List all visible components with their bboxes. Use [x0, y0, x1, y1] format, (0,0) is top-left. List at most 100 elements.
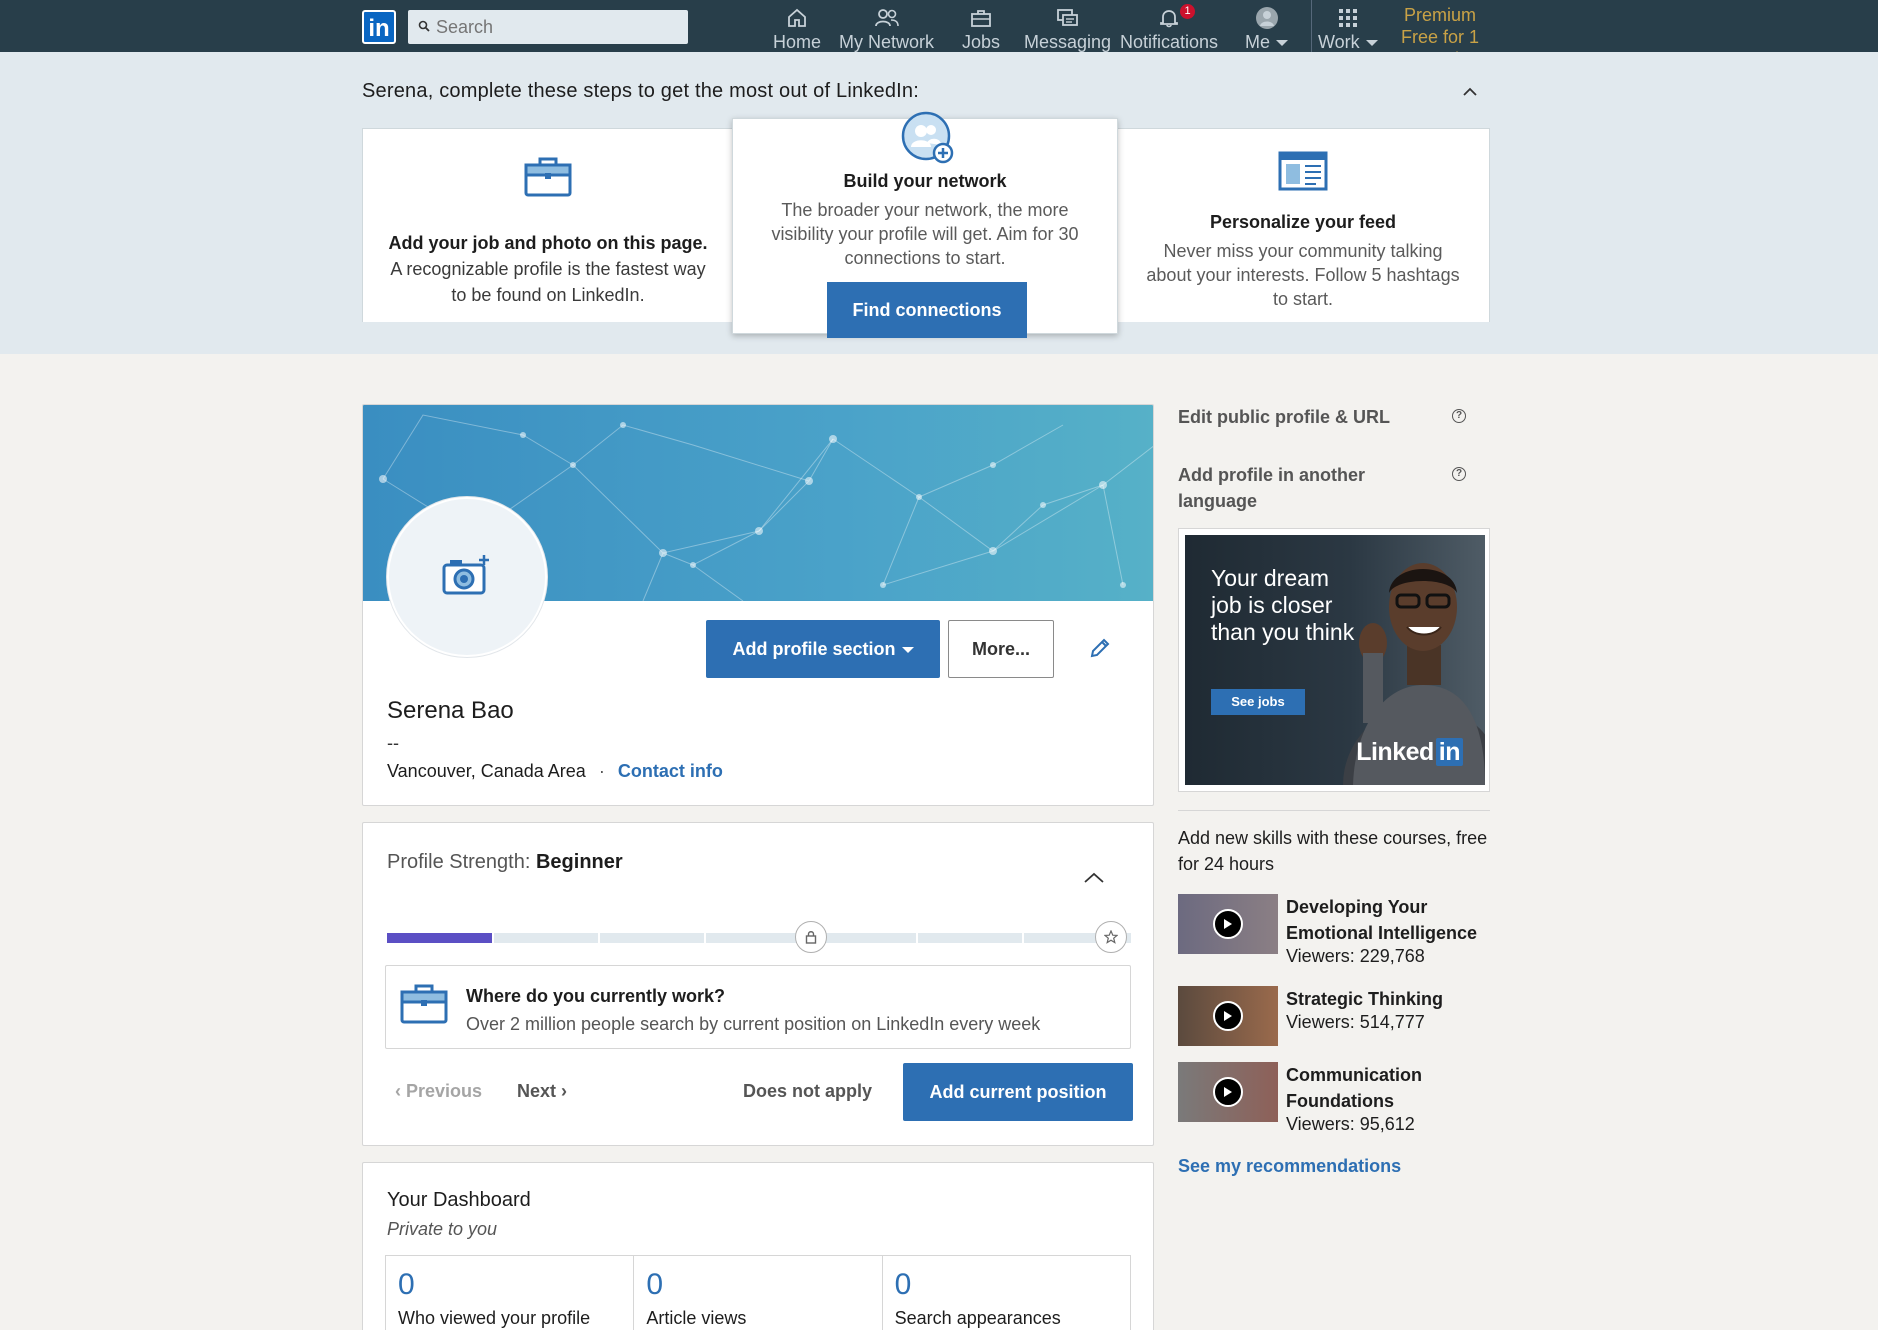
stat-value: 0: [646, 1268, 664, 1301]
current-work-prompt: Where do you currently work? Over 2 mill…: [385, 965, 1131, 1049]
course-item[interactable]: Developing Your Emotional Intelligence V…: [1178, 894, 1498, 966]
search-box[interactable]: [408, 10, 688, 44]
profile-location: Vancouver, Canada Area: [387, 761, 586, 781]
add-profile-section-button[interactable]: Add profile section: [706, 620, 940, 678]
edit-public-profile-link[interactable]: Edit public profile & URL: [1178, 404, 1390, 430]
course-title: Developing Your Emotional Intelligence: [1286, 897, 1478, 943]
linkedin-logo[interactable]: in: [362, 10, 396, 44]
onboarding-step-job-photo[interactable]: Add your job and photo on this page. A r…: [362, 128, 734, 322]
chevron-up-icon[interactable]: [1462, 84, 1478, 102]
chevron-down-icon: [901, 646, 914, 653]
meter-fill: [387, 933, 492, 943]
edit-pencil-icon[interactable]: [1089, 637, 1111, 664]
profile-headline: --: [387, 733, 399, 753]
stat-label: Who viewed your profile: [398, 1308, 591, 1328]
nav-jobs[interactable]: Jobs: [962, 6, 1000, 52]
notification-badge: 1: [1180, 4, 1196, 19]
nav-messaging[interactable]: Messaging: [1024, 6, 1111, 52]
chevron-down-icon: [1276, 40, 1289, 47]
course-title: Strategic Thinking: [1286, 989, 1444, 1009]
next-button[interactable]: Next ›: [517, 1081, 567, 1102]
help-icon[interactable]: ?: [1452, 467, 1466, 481]
find-connections-button[interactable]: Find connections: [827, 282, 1027, 338]
see-recommendations-link[interactable]: See my recommendations: [1178, 1156, 1401, 1177]
add-current-position-button[interactable]: Add current position: [903, 1063, 1133, 1121]
does-not-apply-button[interactable]: Does not apply: [743, 1081, 872, 1102]
profile-photo-placeholder[interactable]: [387, 497, 547, 657]
add-profile-section-label: Add profile section: [732, 638, 896, 659]
briefcase-icon: [970, 6, 992, 30]
more-button[interactable]: More...: [948, 620, 1054, 678]
play-icon: [1213, 1077, 1243, 1107]
stat-profile-views[interactable]: 0 Who viewed your profile: [386, 1256, 635, 1330]
meter-segment: [812, 933, 916, 943]
stat-value: 0: [398, 1268, 415, 1301]
add-connection-icon: [901, 111, 955, 170]
stat-label: Search appearances: [894, 1308, 1061, 1328]
prompt-title: Where do you currently work?: [466, 986, 726, 1006]
nav-divider: [1311, 0, 1312, 52]
dashboard-stats: 0 Who viewed your profile 0 Article view…: [385, 1255, 1131, 1330]
nav-home[interactable]: Home: [773, 6, 821, 52]
stat-search-appearances[interactable]: 0 Search appearances: [883, 1256, 1130, 1330]
course-item[interactable]: Strategic Thinking Viewers: 514,777: [1178, 986, 1498, 1058]
nav-work-label: Work: [1318, 32, 1360, 52]
play-icon: [1213, 1001, 1243, 1031]
profile-name: Serena Bao: [387, 697, 514, 724]
onboarding-step-feed[interactable]: Personalize your feed Never miss your co…: [1116, 128, 1490, 322]
course-views: Viewers: 229,768: [1286, 946, 1425, 966]
chevron-down-icon: [1365, 40, 1378, 47]
step1-text: A recognizable profile is the fastest wa…: [390, 259, 706, 305]
nav-messaging-label: Messaging: [1024, 32, 1112, 52]
separator-dot: ·: [598, 761, 605, 781]
onboarding-step-network: Build your network The broader your netw…: [732, 111, 1118, 338]
nav-work[interactable]: Work: [1318, 6, 1378, 52]
network-icon: [874, 6, 900, 30]
meter-segment: [918, 933, 1022, 943]
messaging-icon: [1056, 6, 1080, 30]
step2-title: Build your network: [843, 171, 1007, 191]
nav-my-network[interactable]: My Network: [839, 6, 934, 52]
job-ad[interactable]: Your dream job is closer than you think …: [1178, 528, 1490, 792]
previous-button[interactable]: ‹ Previous: [395, 1081, 482, 1102]
course-views: Viewers: 514,777: [1286, 1012, 1425, 1032]
prompt-text: Over 2 million people search by current …: [466, 1014, 1041, 1034]
search-icon: [418, 20, 430, 35]
nav-notifications[interactable]: 1 Notifications: [1120, 4, 1219, 52]
meter-segment: [494, 933, 598, 943]
meter-segment: [600, 933, 704, 943]
help-icon[interactable]: ?: [1452, 409, 1466, 423]
stat-article-views[interactable]: 0 Article views: [634, 1256, 883, 1330]
dashboard-card: Your Dashboard Private to you 0 Who view…: [362, 1162, 1154, 1330]
step2-text: The broader your network, the more visib…: [771, 200, 1079, 268]
course-thumbnail: [1178, 986, 1278, 1046]
contact-info-link[interactable]: Contact info: [618, 761, 723, 781]
see-jobs-button[interactable]: See jobs: [1211, 689, 1305, 715]
courses-intro: Add new skills with these courses, free …: [1178, 828, 1488, 874]
dashboard-title: Your Dashboard: [387, 1189, 531, 1211]
dashboard-subtitle: Private to you: [387, 1219, 498, 1239]
course-thumbnail: [1178, 1062, 1278, 1122]
profile-strength-level: Beginner: [535, 851, 623, 873]
profile-strength-label: Profile Strength:: [387, 851, 531, 873]
step1-bold: Add your job and photo on this page.: [388, 233, 708, 253]
ad-image: Your dream job is closer than you think …: [1185, 535, 1485, 785]
chevron-left-icon: ‹: [395, 1081, 406, 1101]
search-input[interactable]: [436, 16, 676, 38]
add-language-profile-link[interactable]: Add profile in another language: [1178, 462, 1418, 514]
step3-text: Never miss your community talking about …: [1146, 241, 1460, 309]
briefcase-icon: [400, 982, 448, 1029]
nav-me[interactable]: Me: [1245, 6, 1289, 52]
chevron-up-icon[interactable]: [1083, 871, 1104, 891]
avatar-icon: [1255, 6, 1279, 30]
step3-title: Personalize your feed: [1209, 212, 1397, 232]
top-nav: in Home My Network Jobs Messaging 1: [0, 0, 1878, 69]
ad-headline: Your dream job is closer than you think: [1211, 565, 1355, 645]
nav-jobs-label: Jobs: [962, 32, 1001, 52]
strength-actions: ‹ Previous Next › Does not apply Add cur…: [387, 1063, 1133, 1121]
nav-notifications-label: Notifications: [1120, 32, 1219, 52]
course-title: Communication Foundations: [1286, 1065, 1423, 1111]
onboarding-title: Serena, complete these steps to get the …: [362, 80, 919, 102]
course-item[interactable]: Communication Foundations Viewers: 95,61…: [1178, 1062, 1498, 1134]
course-thumbnail: [1178, 894, 1278, 954]
